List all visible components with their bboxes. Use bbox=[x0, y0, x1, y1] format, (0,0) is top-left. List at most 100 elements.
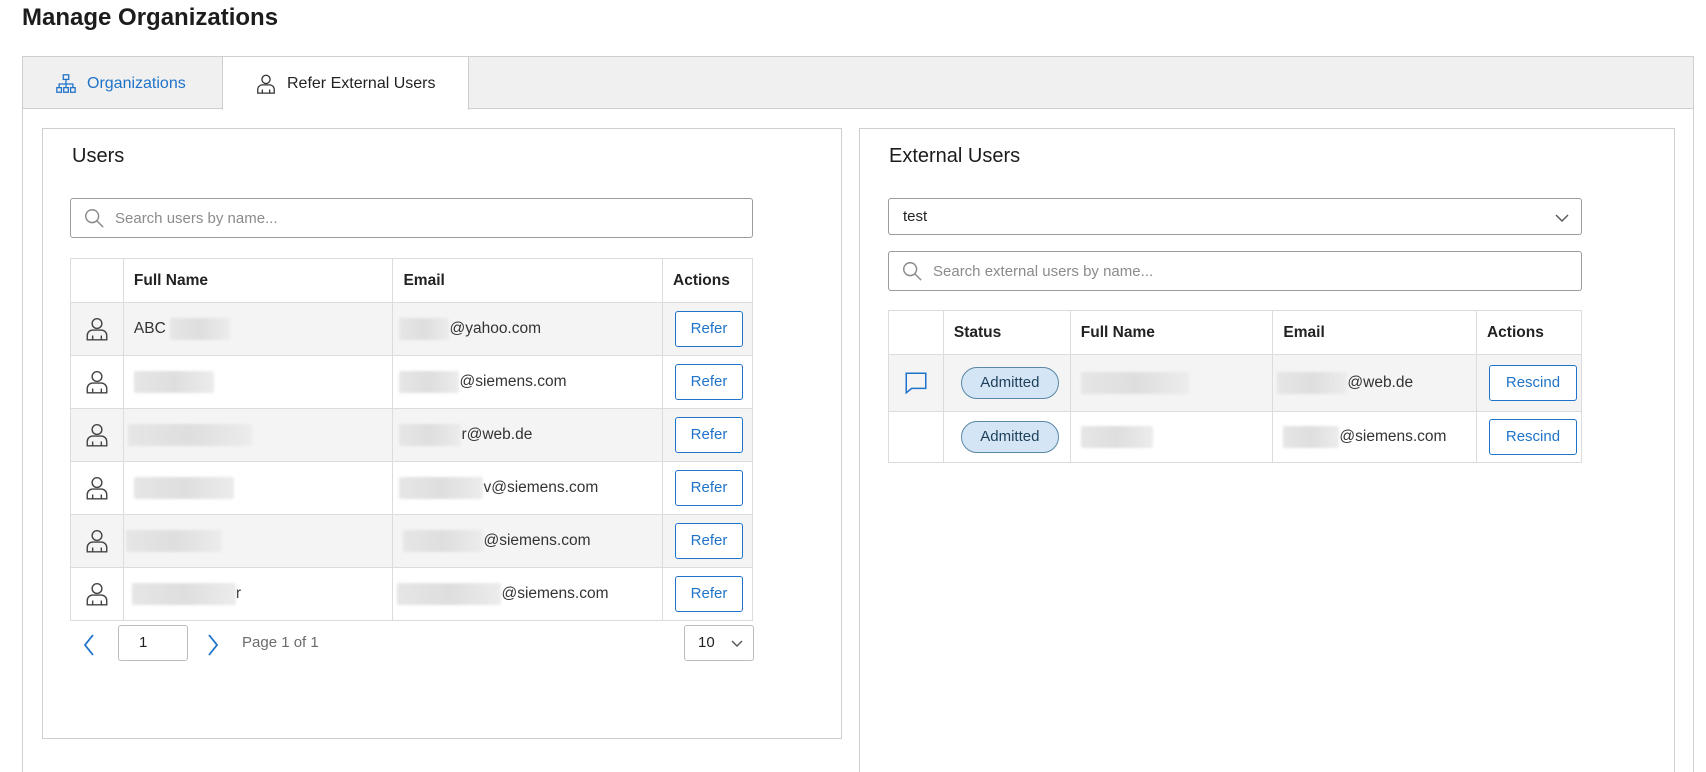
redacted-block bbox=[125, 530, 222, 552]
user-icon bbox=[86, 371, 108, 394]
refer-button[interactable]: Refer bbox=[675, 470, 743, 506]
page-size-select[interactable]: 10 bbox=[684, 625, 754, 661]
redacted-block bbox=[1080, 426, 1153, 448]
column-header-actions: Actions bbox=[1475, 310, 1583, 355]
users-search-placeholder: Search users by name... bbox=[115, 209, 278, 227]
page-size-value: 10 bbox=[698, 634, 715, 651]
page-number-input[interactable]: 1 bbox=[118, 625, 188, 661]
email-text: @siemens.com bbox=[459, 373, 567, 391]
full-name-cell bbox=[122, 355, 394, 409]
user-icon bbox=[86, 477, 108, 500]
chevron-left-icon[interactable] bbox=[78, 631, 102, 659]
redacted-block bbox=[1277, 372, 1348, 394]
users-panel: Users Search users by name... Full Name … bbox=[42, 128, 842, 739]
redacted-block bbox=[397, 583, 502, 605]
table-row: Admitted @web.de Rescind bbox=[888, 354, 1583, 412]
full-name-cell bbox=[122, 514, 394, 568]
column-header bbox=[70, 258, 124, 303]
external-users-search-placeholder: Search external users by name... bbox=[933, 262, 1154, 280]
user-icon bbox=[86, 530, 108, 553]
tab-organizations-label: Organizations bbox=[87, 74, 186, 92]
column-header-email: Email bbox=[392, 258, 663, 303]
chevron-right-icon[interactable] bbox=[200, 631, 224, 659]
external-users-search-input[interactable]: Search external users by name... bbox=[888, 251, 1582, 291]
users-table-header: Full Name Email Actions bbox=[70, 258, 753, 303]
email-cell: @siemens.com bbox=[392, 567, 663, 621]
email-text: @siemens.com bbox=[483, 532, 591, 550]
email-text: @siemens.com bbox=[501, 585, 609, 603]
user-icon bbox=[86, 318, 108, 341]
table-row: r@web.de Refer bbox=[70, 408, 753, 462]
table-row: r @siemens.com Refer bbox=[70, 567, 753, 621]
refer-button[interactable]: Refer bbox=[675, 311, 743, 347]
email-cell: @siemens.com bbox=[392, 355, 663, 409]
org-chart-icon bbox=[56, 73, 76, 93]
tab-refer-external-users-label: Refer External Users bbox=[287, 74, 436, 92]
users-panel-title: Users bbox=[72, 145, 125, 167]
redacted-block bbox=[133, 477, 234, 499]
full-name-cell: ABC bbox=[122, 302, 394, 356]
comment-icon[interactable] bbox=[903, 370, 929, 396]
external-users-panel: External Users test Search external user… bbox=[859, 128, 1675, 772]
external-users-panel-title: External Users bbox=[889, 145, 1021, 167]
redacted-block bbox=[399, 318, 450, 340]
redacted-block bbox=[1080, 372, 1189, 394]
user-icon bbox=[257, 74, 275, 94]
refer-button[interactable]: Refer bbox=[675, 576, 743, 612]
pagination: 1 Page 1 of 1 10 bbox=[72, 625, 754, 665]
user-icon bbox=[86, 583, 108, 606]
redacted-block bbox=[133, 371, 214, 393]
rescind-button[interactable]: Rescind bbox=[1488, 419, 1577, 455]
column-header-full-name: Full Name bbox=[122, 258, 394, 303]
organization-select-value: test bbox=[903, 208, 928, 225]
redacted-block bbox=[399, 371, 460, 393]
page-indicator: Page 1 of 1 bbox=[242, 634, 319, 651]
tab-organizations[interactable]: Organizations bbox=[23, 57, 222, 110]
status-badge: Admitted bbox=[960, 367, 1059, 399]
table-row: @siemens.com Refer bbox=[70, 514, 753, 568]
full-name-cell bbox=[122, 461, 394, 515]
column-header-status: Status bbox=[942, 310, 1071, 355]
full-name-text: r bbox=[235, 585, 242, 603]
redacted-block bbox=[399, 477, 484, 499]
tab-refer-external-users[interactable]: Refer External Users bbox=[222, 57, 469, 110]
organization-select[interactable]: test bbox=[888, 198, 1582, 235]
email-cell: @web.de bbox=[1272, 354, 1477, 412]
external-users-table-header: Status Full Name Email Actions bbox=[888, 310, 1583, 355]
page-title: Manage Organizations bbox=[22, 4, 279, 31]
column-header-full-name: Full Name bbox=[1069, 310, 1274, 355]
users-table: Full Name Email Actions ABC @yahoo.com R… bbox=[70, 258, 753, 621]
email-text: @web.de bbox=[1347, 374, 1414, 392]
full-name-cell bbox=[122, 408, 394, 462]
chevron-down-icon bbox=[1555, 214, 1569, 222]
column-header-email: Email bbox=[1272, 310, 1477, 355]
full-name-cell: r bbox=[122, 567, 394, 621]
external-users-table: Status Full Name Email Actions Admitted … bbox=[888, 310, 1583, 463]
email-cell: v@siemens.com bbox=[392, 461, 663, 515]
email-text: @siemens.com bbox=[1339, 428, 1447, 446]
column-header bbox=[888, 310, 944, 355]
rescind-button[interactable]: Rescind bbox=[1488, 365, 1577, 401]
table-row: @siemens.com Refer bbox=[70, 355, 753, 409]
email-text: @yahoo.com bbox=[449, 320, 542, 338]
users-search-input[interactable]: Search users by name... bbox=[70, 198, 753, 238]
table-row: Admitted @siemens.com Rescind bbox=[888, 411, 1583, 463]
refer-button[interactable]: Refer bbox=[675, 417, 743, 453]
table-row: ABC @yahoo.com Refer bbox=[70, 302, 753, 356]
column-header-actions: Actions bbox=[662, 258, 753, 303]
full-name-cell bbox=[1069, 411, 1274, 463]
redacted-block bbox=[127, 424, 252, 446]
table-row: v@siemens.com Refer bbox=[70, 461, 753, 515]
search-icon bbox=[903, 262, 922, 281]
email-text: v@siemens.com bbox=[483, 479, 599, 497]
redacted-block bbox=[399, 424, 462, 446]
refer-button[interactable]: Refer bbox=[675, 523, 743, 559]
email-cell: r@web.de bbox=[392, 408, 663, 462]
redacted-block bbox=[403, 530, 484, 552]
chevron-down-icon bbox=[731, 640, 743, 647]
search-icon bbox=[85, 209, 104, 228]
redacted-block bbox=[170, 318, 231, 340]
refer-button[interactable]: Refer bbox=[675, 364, 743, 400]
email-text: r@web.de bbox=[461, 426, 533, 444]
tab-bar: Organizations Refer External Users bbox=[23, 57, 1693, 110]
